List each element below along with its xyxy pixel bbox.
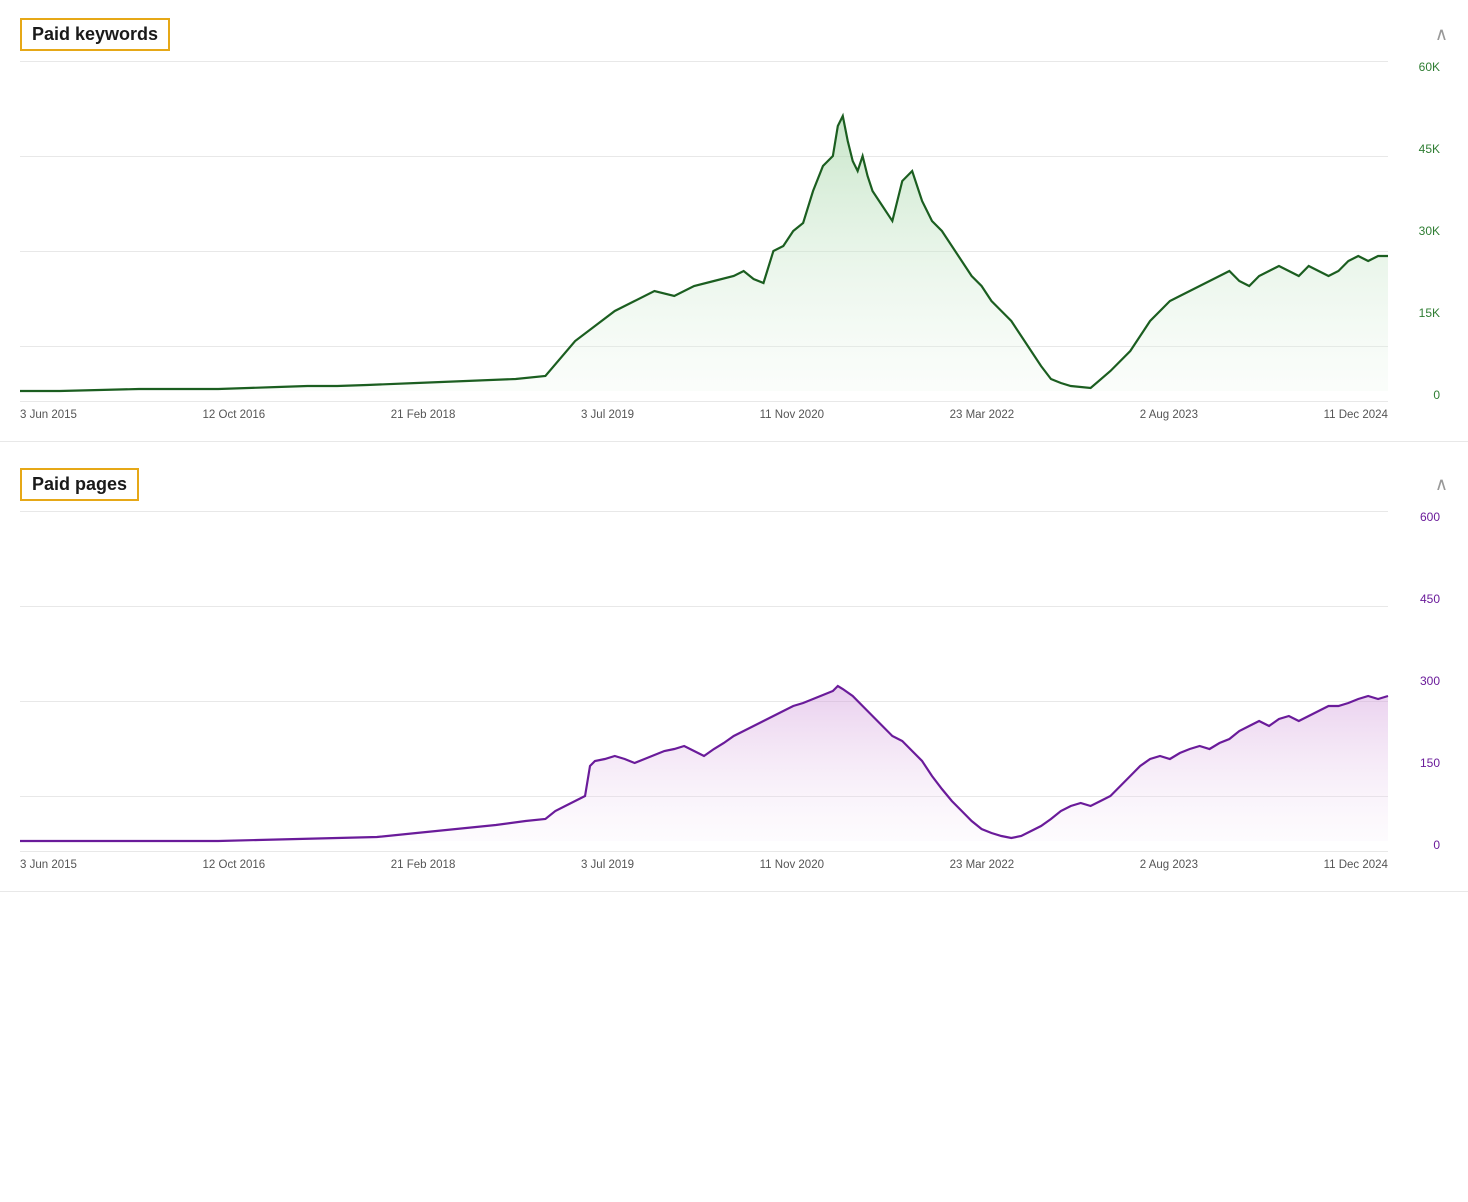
keywords-area-fill — [20, 116, 1388, 391]
y-label-150: 150 — [1420, 757, 1440, 769]
x-label-nov2020: 11 Nov 2020 — [760, 409, 824, 421]
y-label-0p: 0 — [1433, 839, 1440, 851]
x-label-mar2022: 23 Mar 2022 — [950, 409, 1015, 421]
x-label-feb2018: 21 Feb 2018 — [391, 409, 456, 421]
x-label-p-dec2024: 11 Dec 2024 — [1324, 859, 1388, 871]
x-label-jul2019: 3 Jul 2019 — [581, 409, 634, 421]
y-label-450: 450 — [1420, 593, 1440, 605]
paid-pages-title: Paid pages — [20, 468, 139, 501]
pages-svg — [20, 511, 1388, 851]
paid-pages-header: Paid pages ∧ — [20, 468, 1448, 501]
x-label-oct2016: 12 Oct 2016 — [203, 409, 266, 421]
paid-pages-chart: 600 450 300 150 0 3 J — [20, 511, 1448, 891]
paid-keywords-section: Paid keywords ∧ 60K 45K 30K 15K 0 — [0, 0, 1468, 442]
paid-keywords-collapse-button[interactable]: ∧ — [1435, 24, 1448, 45]
x-label-p-jul2019: 3 Jul 2019 — [581, 859, 634, 871]
y-label-45k: 45K — [1419, 143, 1440, 155]
x-label-p-oct2016: 12 Oct 2016 — [203, 859, 266, 871]
y-label-60k: 60K — [1419, 61, 1440, 73]
paid-pages-collapse-button[interactable]: ∧ — [1435, 474, 1448, 495]
x-label-p-jun2015: 3 Jun 2015 — [20, 859, 77, 871]
y-axis-pages: 600 450 300 150 0 — [1388, 511, 1448, 851]
x-label-p-mar2022: 23 Mar 2022 — [950, 859, 1015, 871]
paid-keywords-chart: 60K 45K 30K 15K 0 3 J — [20, 61, 1448, 441]
x-label-p-feb2018: 21 Feb 2018 — [391, 859, 456, 871]
y-label-300: 300 — [1420, 675, 1440, 687]
keywords-svg — [20, 61, 1388, 401]
paid-keywords-title: Paid keywords — [20, 18, 170, 51]
paid-pages-section: Paid pages ∧ 600 450 300 150 0 — [0, 450, 1468, 892]
x-label-aug2023: 2 Aug 2023 — [1140, 409, 1198, 421]
pages-chart-area — [20, 511, 1388, 851]
x-label-jun2015: 3 Jun 2015 — [20, 409, 77, 421]
y-label-600: 600 — [1420, 511, 1440, 523]
y-label-0k: 0 — [1433, 389, 1440, 401]
paid-keywords-header: Paid keywords ∧ — [20, 18, 1448, 51]
x-label-p-nov2020: 11 Nov 2020 — [760, 859, 824, 871]
pages-area-fill — [20, 686, 1388, 841]
keywords-chart-area — [20, 61, 1388, 401]
x-label-dec2024: 11 Dec 2024 — [1324, 409, 1388, 421]
x-axis-pages: 3 Jun 2015 12 Oct 2016 21 Feb 2018 3 Jul… — [20, 851, 1388, 891]
x-axis-keywords: 3 Jun 2015 12 Oct 2016 21 Feb 2018 3 Jul… — [20, 401, 1388, 441]
y-axis-keywords: 60K 45K 30K 15K 0 — [1388, 61, 1448, 401]
y-label-30k: 30K — [1419, 225, 1440, 237]
x-label-p-aug2023: 2 Aug 2023 — [1140, 859, 1198, 871]
y-label-15k: 15K — [1419, 307, 1440, 319]
